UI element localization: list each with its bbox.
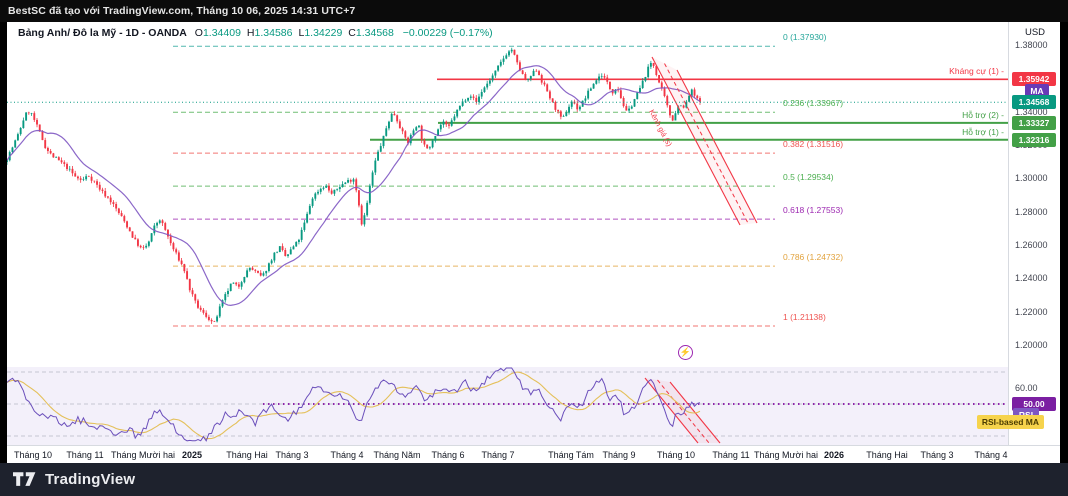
ohlc-o: O1.34409 (195, 27, 241, 39)
time-axis-label: Tháng 11 (66, 450, 103, 460)
time-axis-label: Tháng 3 (920, 450, 953, 460)
support1-price-badge: 1.32316 (1012, 133, 1056, 147)
time-axis-label: Tháng Hai (866, 450, 908, 460)
ohlc-l: L1.34229 (298, 27, 342, 39)
time-axis-label: Tháng 9 (602, 450, 635, 460)
ohlc-h: H1.34586 (247, 27, 293, 39)
price-scale-label: 1.28000 (1015, 207, 1048, 217)
price-chart-canvas[interactable] (7, 22, 1060, 445)
fib-level-label[interactable]: 0.618 (1.27553) (783, 205, 843, 215)
fib-level-label[interactable]: 0.236 (1.33967) (783, 98, 843, 108)
resistance-label[interactable]: Kháng cự (1) - (949, 66, 1004, 76)
currency-label: USD (1009, 27, 1060, 38)
attribution-bar: BestSC đã tạo với TradingView.com, Tháng… (0, 0, 1068, 22)
time-axis-label: 2025 (182, 450, 202, 460)
tradingview-logo-icon[interactable] (13, 472, 37, 487)
price-scale-label: 1.24000 (1015, 273, 1048, 283)
time-axis-label: Tháng 10 (14, 450, 52, 460)
time-axis-label: Tháng Năm (373, 450, 420, 460)
footer-bar: TradingView (0, 463, 1068, 496)
fib-level-label[interactable]: 0.382 (1.31516) (783, 139, 843, 149)
price-scale-label: 1.20000 (1015, 340, 1048, 350)
price-scale-label: 1.30000 (1015, 173, 1048, 183)
support2-price-badge: 1.33327 (1012, 116, 1056, 130)
price-scale-label: 1.38000 (1015, 40, 1048, 50)
ohlc-c: C1.34568 (348, 27, 394, 39)
time-axis-label: Tháng 4 (974, 450, 1007, 460)
time-axis-label: 2026 (824, 450, 844, 460)
time-axis-label: Tháng Mười hai (111, 450, 175, 460)
fib-level-label[interactable]: 1 (1.21138) (783, 312, 826, 322)
time-axis-label: Tháng Tám (548, 450, 594, 460)
ohlc-values: O1.34409 H1.34586 L1.34229 C1.34568 (195, 27, 400, 39)
price-scale-label: 1.22000 (1015, 307, 1048, 317)
symbol-row: Bảng Anh/ Đô la Mỹ - 1D - OANDA O1.34409 H… (18, 27, 493, 39)
time-axis[interactable]: Tháng 10 Tháng 11 Tháng Mười hai 2025 Tháng … (7, 445, 1060, 463)
time-axis-label: Tháng 10 (657, 450, 695, 460)
price-scale-label: 1.26000 (1015, 240, 1048, 250)
symbol-title[interactable]: Bảng Anh/ Đô la Mỹ - 1D - OANDA (18, 27, 187, 39)
time-axis-label: Tháng Mười hai (754, 450, 818, 460)
chart-card: Bảng Anh/ Đô la Mỹ - 1D - OANDA O1.34409 H… (7, 22, 1060, 463)
flash-circle-icon[interactable]: ⚡ (678, 345, 693, 360)
time-axis-label: Tháng 7 (481, 450, 514, 460)
price-axis[interactable]: USD 1.380001.360001.340001.320001.300001… (1008, 22, 1060, 445)
time-axis-label: Tháng 4 (330, 450, 363, 460)
rsi-scale-label: 60.00 (1015, 383, 1038, 393)
change-value: −0.00229 (−0.17%) (403, 27, 493, 39)
tradingview-brand[interactable]: TradingView (45, 471, 135, 488)
rsi-ma-badge[interactable]: RSI-based MA (977, 415, 1044, 429)
time-axis-label: Tháng Hai (226, 450, 268, 460)
time-axis-label: Tháng 11 (712, 450, 749, 460)
fib-level-label[interactable]: 0.5 (1.29534) (783, 172, 834, 182)
fib-level-label[interactable]: 0 (1.37930) (783, 32, 826, 42)
time-axis-label: Tháng 3 (275, 450, 308, 460)
support-label[interactable]: Hỗ trợ (2) - (962, 110, 1004, 120)
support-label[interactable]: Hỗ trợ (1) - (962, 127, 1004, 137)
last-price-badge: 1.34568 (1012, 95, 1056, 109)
time-axis-label: Tháng 6 (431, 450, 464, 460)
fib-level-label[interactable]: 0.786 (1.24732) (783, 252, 843, 262)
attribution-text: BestSC đã tạo với TradingView.com, Tháng… (0, 5, 355, 17)
